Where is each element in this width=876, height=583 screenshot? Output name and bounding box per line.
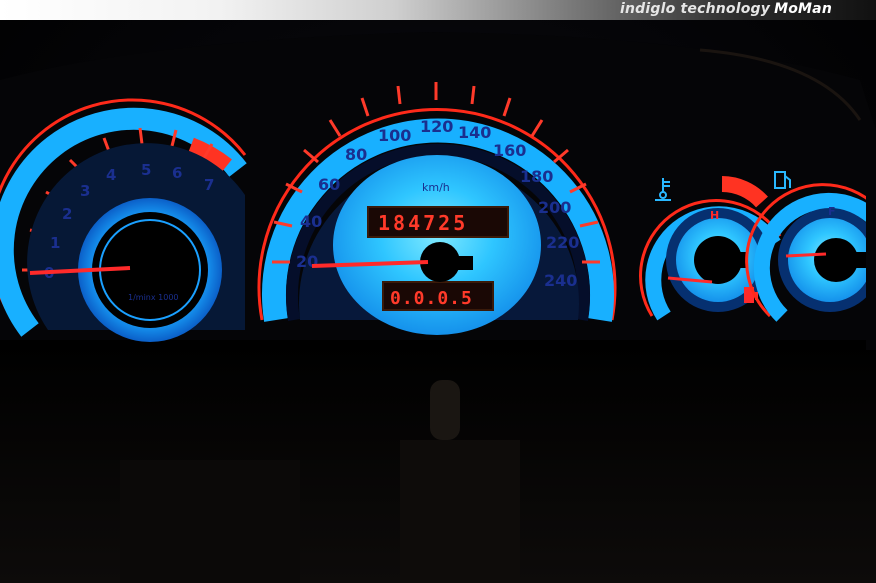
temp-high-label: H (710, 209, 719, 222)
tacho-tick-4: 4 (106, 166, 116, 184)
speedo-tick-160: 160 (493, 141, 526, 160)
tacho-unit: 1/minx 1000 (128, 293, 179, 302)
speedo-tick-100: 100 (378, 126, 411, 145)
speedo-tick-40: 40 (300, 212, 322, 231)
tacho-tick-2: 2 (62, 205, 72, 223)
speedo-tick-20: 20 (296, 252, 318, 271)
speedo-tick-240: 240 (544, 271, 577, 290)
speedo-tick-120: 120 (420, 117, 453, 136)
speedo-tick-180: 180 (520, 167, 553, 186)
tacho-tick-3: 3 (80, 182, 90, 200)
tacho-tick-5: 5 (141, 161, 151, 179)
banner-brand: MoMan (774, 1, 832, 17)
instrument-cluster-photo: 0 1 2 3 4 5 6 7 1/minx 1000 (0, 20, 876, 583)
tacho-tick-1: 1 (50, 234, 60, 252)
fuel-needle (785, 252, 827, 258)
banner-text: indiglo technology (619, 1, 771, 17)
trip-value: 0.0.0.5 (390, 288, 473, 309)
speedo-tick-140: 140 (458, 123, 491, 142)
banner: indiglo technology MoMan (0, 0, 876, 20)
speedo-tick-80: 80 (345, 145, 367, 164)
speedo-unit: km/h (422, 181, 450, 194)
tacho-tick-7: 7 (204, 176, 214, 194)
tacho-tick-6: 6 (172, 164, 182, 182)
speedo-tick-220: 220 (546, 233, 579, 252)
fuel-full-label: F (828, 205, 836, 218)
instrument-cluster: 0 1 2 3 4 5 6 7 1/minx 1000 (0, 20, 876, 583)
banner-title: indiglo technology MoMan (620, 1, 832, 17)
speedo-tick-200: 200 (538, 198, 571, 217)
speedo-tick-60: 60 (318, 175, 340, 194)
odometer-value: 184725 (378, 211, 468, 235)
